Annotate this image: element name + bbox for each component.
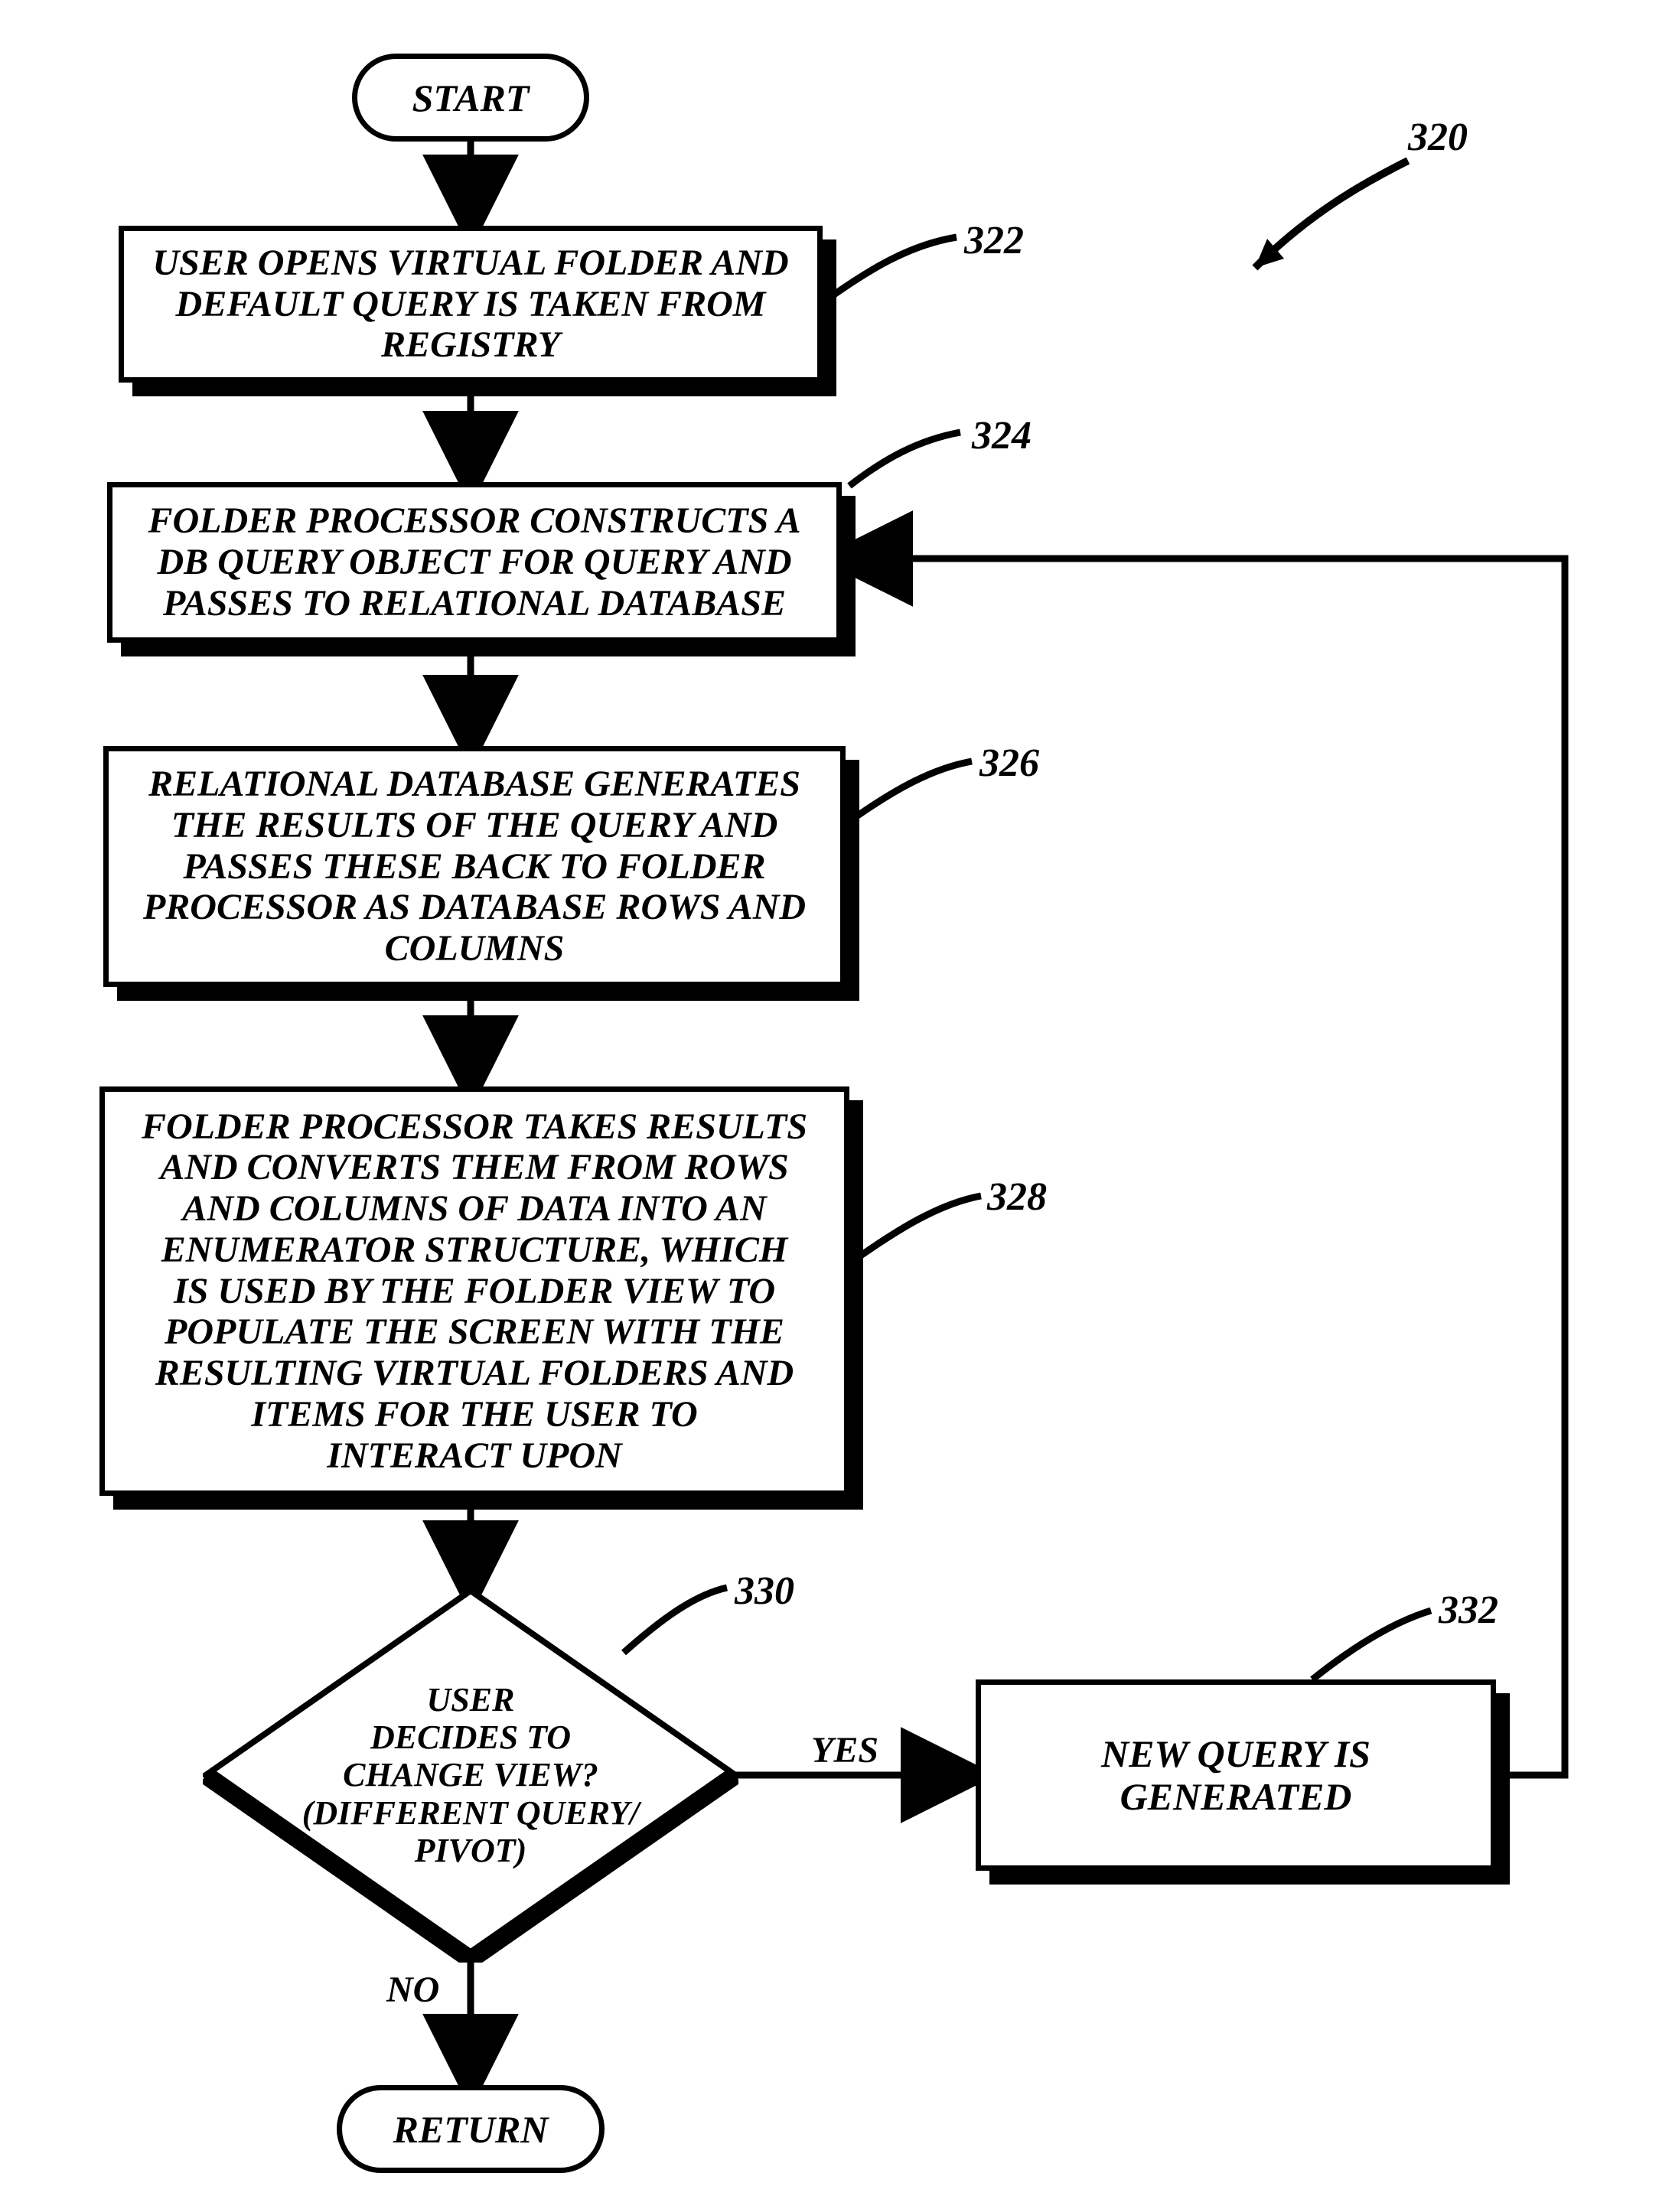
flowchart-canvas: 320 START USER OPENS VIRTUAL FOLDER AND … (0, 0, 1672, 2212)
diagram-ref-320: 320 (1408, 115, 1468, 160)
diagram-ref-pointer (1224, 153, 1423, 291)
process-322: USER OPENS VIRTUAL FOLDER AND DEFAULT QU… (119, 226, 823, 383)
ref-322-leader (826, 230, 964, 306)
start-node: START (352, 54, 589, 142)
edge-label-no: NO (386, 1969, 439, 2011)
ref-330: 330 (735, 1569, 794, 1614)
process-326-text: RELATIONAL DATABASE GENERATES THE RESULT… (143, 764, 806, 969)
ref-324-leader (842, 425, 964, 494)
ref-324: 324 (972, 413, 1032, 458)
edge-label-yes: YES (811, 1729, 878, 1771)
process-326: RELATIONAL DATABASE GENERATES THE RESULT… (103, 746, 846, 987)
decision-330-text: USER DECIDES TO CHANGE VIEW? (DIFFERENT … (302, 1681, 640, 1869)
process-322-text: USER OPENS VIRTUAL FOLDER AND DEFAULT QU… (152, 243, 788, 366)
ref-328-leader (851, 1188, 985, 1265)
ref-328: 328 (987, 1174, 1047, 1220)
ref-330-leader (616, 1580, 731, 1660)
process-324-text: FOLDER PROCESSOR CONSTRUCTS A DB QUERY O… (148, 500, 800, 624)
ref-326: 326 (979, 741, 1039, 786)
ref-326-leader (846, 754, 976, 826)
process-332: NEW QUERY IS GENERATED (976, 1679, 1496, 1871)
return-label: RETURN (393, 2108, 549, 2151)
ref-322: 322 (964, 218, 1024, 263)
ref-332: 332 (1439, 1588, 1498, 1633)
process-328: FOLDER PROCESSOR TAKES RESULTS AND CONVE… (99, 1086, 849, 1496)
process-328-text: FOLDER PROCESSOR TAKES RESULTS AND CONVE… (142, 1106, 807, 1477)
process-324: FOLDER PROCESSOR CONSTRUCTS A DB QUERY O… (107, 482, 842, 643)
return-node: RETURN (337, 2085, 605, 2173)
ref-332-leader (1305, 1603, 1435, 1687)
start-label: START (412, 77, 530, 119)
process-332-text: NEW QUERY IS GENERATED (1101, 1732, 1371, 1818)
